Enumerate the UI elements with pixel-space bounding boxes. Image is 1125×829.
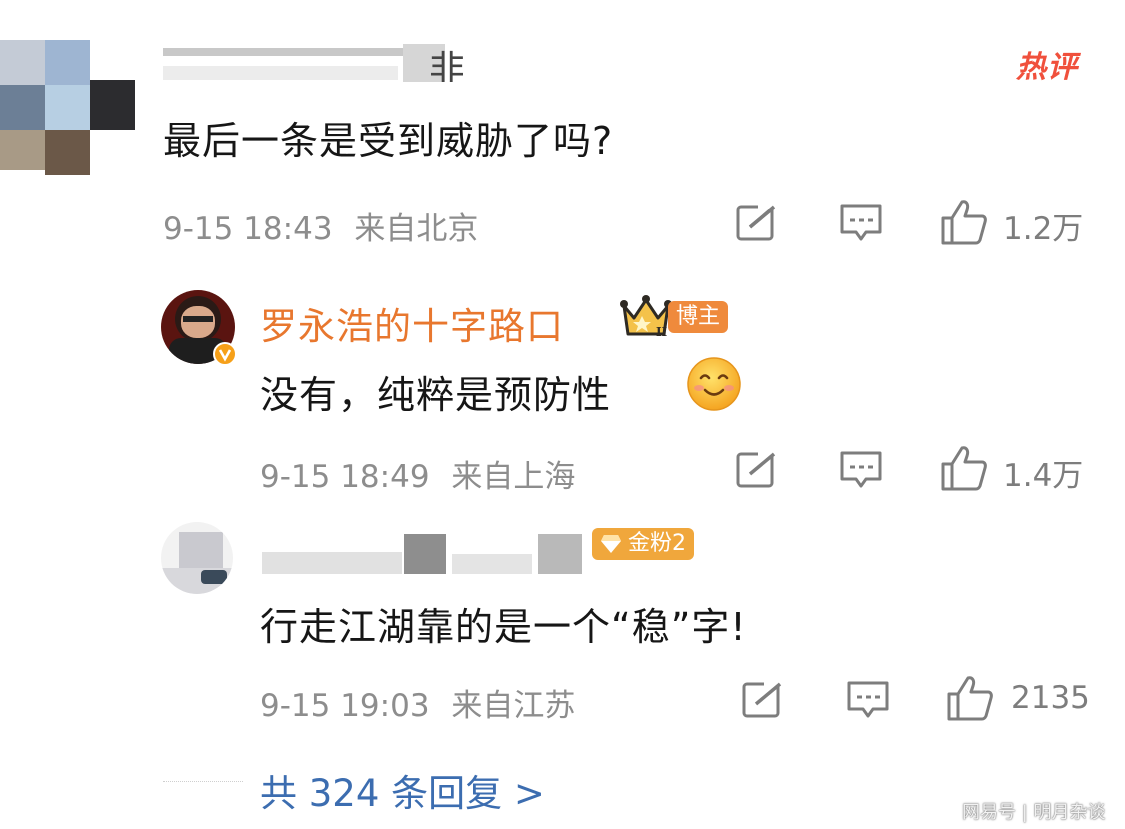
reply-meta: 9-15 18:49 来自上海: [260, 451, 575, 496]
verified-icon: [213, 342, 237, 366]
reply-text: 行走江湖靠的是一个“稳”字!: [260, 605, 747, 649]
comment-icon[interactable]: [839, 450, 883, 490]
like-count: 2135: [1011, 680, 1090, 716]
reply-fan: 金粉2 行走江湖靠的是一个“稳”字! 9-15 19:03 来自江苏 2135: [0, 500, 1125, 740]
author-username[interactable]: 罗永浩的十字路口: [260, 296, 564, 350]
author-badge: 博主: [668, 301, 729, 333]
repost-icon[interactable]: [742, 680, 784, 718]
reply-text: 没有，纯粹是预防性: [260, 373, 612, 417]
like-icon[interactable]: [946, 674, 994, 722]
like-count: 1.2万: [1003, 211, 1084, 247]
divider: [163, 781, 243, 782]
comment-location: 来自北京: [354, 211, 479, 247]
crown-icon: II: [620, 294, 672, 340]
comment-icon[interactable]: [846, 680, 890, 720]
gem-icon: [600, 534, 622, 554]
reply-author: 罗永浩的十字路口 II 博主 没有，纯粹是预防性 9-15 18:49 来自上海…: [0, 260, 1125, 500]
like-count: 1.4万: [1003, 458, 1084, 494]
smile-emoji-icon: [686, 356, 742, 412]
reply-time: 9-15 18:49: [260, 459, 430, 495]
reply-meta: 9-15 19:03 来自江苏: [260, 680, 575, 725]
like-icon[interactable]: [940, 198, 988, 246]
comment-1: 非 最后一条是受到威胁了吗? 9-15 18:43 来自北京 1.2万: [0, 0, 1125, 260]
svg-text:II: II: [656, 325, 668, 339]
reply-time: 9-15 19:03: [260, 688, 430, 724]
more-replies-link[interactable]: 共 324 条回复 >: [260, 763, 545, 817]
repost-icon[interactable]: [736, 203, 778, 241]
comment-text: 最后一条是受到威胁了吗?: [163, 119, 614, 163]
username-obscured[interactable]: 非: [163, 44, 463, 82]
avatar[interactable]: [0, 40, 135, 175]
repost-icon[interactable]: [736, 450, 778, 488]
reply-location: 来自江苏: [451, 688, 576, 724]
username-obscured[interactable]: [262, 530, 592, 574]
reply-location: 来自上海: [451, 459, 576, 495]
comment-meta: 9-15 18:43 来自北京: [163, 203, 478, 248]
like-icon[interactable]: [940, 444, 988, 492]
username-fragment: 非: [429, 49, 463, 82]
watermark: 网易号 | 明月杂谈: [962, 802, 1106, 823]
fan-avatar[interactable]: [161, 522, 233, 594]
comment-icon[interactable]: [839, 203, 883, 243]
comment-time: 9-15 18:43: [163, 211, 333, 247]
